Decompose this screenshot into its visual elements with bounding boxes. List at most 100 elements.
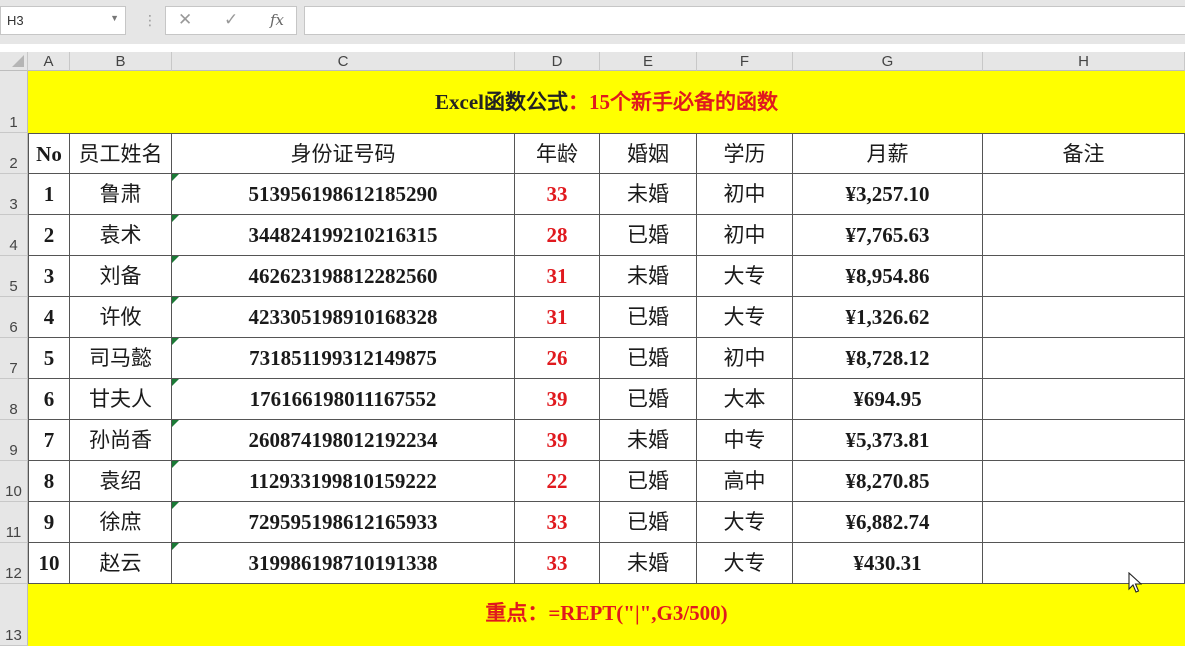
cell-name[interactable]: 鲁肃 <box>70 174 172 215</box>
cell-marital[interactable]: 已婚 <box>600 215 697 256</box>
cell-marital[interactable]: 已婚 <box>600 297 697 338</box>
row-header-5[interactable]: 5 <box>0 256 28 297</box>
cell-edu[interactable]: 大专 <box>697 256 793 297</box>
header-cell-name[interactable]: 员工姓名 <box>70 133 172 174</box>
cell-no[interactable]: 5 <box>28 338 70 379</box>
cell-age[interactable]: 39 <box>515 379 600 420</box>
cell-name[interactable]: 孙尚香 <box>70 420 172 461</box>
cell-id[interactable]: 112933199810159222 <box>172 461 515 502</box>
cell-edu[interactable]: 初中 <box>697 338 793 379</box>
row-header-11[interactable]: 11 <box>0 502 28 543</box>
cell-salary[interactable]: ¥8,728.12 <box>793 338 983 379</box>
cell-id[interactable]: 319986198710191338 <box>172 543 515 584</box>
cell-no[interactable]: 1 <box>28 174 70 215</box>
cell-edu[interactable]: 初中 <box>697 174 793 215</box>
cancel-icon[interactable]: ✕ <box>178 10 192 30</box>
cell-id[interactable]: 513956198612185290 <box>172 174 515 215</box>
cell-name[interactable]: 赵云 <box>70 543 172 584</box>
cell-age[interactable]: 33 <box>515 543 600 584</box>
cell-name[interactable]: 刘备 <box>70 256 172 297</box>
header-cell-note[interactable]: 备注 <box>983 133 1185 174</box>
header-cell-age[interactable]: 年龄 <box>515 133 600 174</box>
cell-id[interactable]: 729595198612165933 <box>172 502 515 543</box>
insert-function-icon[interactable]: fx <box>270 11 284 29</box>
cell-edu[interactable]: 大本 <box>697 379 793 420</box>
cell-age[interactable]: 31 <box>515 256 600 297</box>
row-header-6[interactable]: 6 <box>0 297 28 338</box>
cell-note[interactable] <box>983 297 1185 338</box>
cell-edu[interactable]: 初中 <box>697 215 793 256</box>
row-header-4[interactable]: 4 <box>0 215 28 256</box>
cell-id[interactable]: 176166198011167552 <box>172 379 515 420</box>
cell-salary[interactable]: ¥1,326.62 <box>793 297 983 338</box>
formula-input[interactable] <box>304 6 1185 35</box>
chevron-down-icon[interactable]: ▼ <box>110 13 119 23</box>
cell-name[interactable]: 徐庶 <box>70 502 172 543</box>
cell-no[interactable]: 8 <box>28 461 70 502</box>
column-header-b[interactable]: B <box>70 52 172 71</box>
cell-no[interactable]: 9 <box>28 502 70 543</box>
column-header-g[interactable]: G <box>793 52 983 71</box>
title-cell[interactable]: Excel函数公式：15个新手必备的函数 <box>28 71 1185 133</box>
cell-note[interactable] <box>983 379 1185 420</box>
row-header-8[interactable]: 8 <box>0 379 28 420</box>
row-header-1[interactable]: 1 <box>0 71 28 133</box>
cell-note[interactable] <box>983 256 1185 297</box>
cell-edu[interactable]: 大专 <box>697 502 793 543</box>
cell-marital[interactable]: 已婚 <box>600 338 697 379</box>
cell-name[interactable]: 袁术 <box>70 215 172 256</box>
row-header-9[interactable]: 9 <box>0 420 28 461</box>
cell-note[interactable] <box>983 543 1185 584</box>
row-header-3[interactable]: 3 <box>0 174 28 215</box>
column-header-d[interactable]: D <box>515 52 600 71</box>
cell-note[interactable] <box>983 215 1185 256</box>
cell-age[interactable]: 28 <box>515 215 600 256</box>
cell-name[interactable]: 袁绍 <box>70 461 172 502</box>
header-cell-marital[interactable]: 婚姻 <box>600 133 697 174</box>
cell-salary[interactable]: ¥430.31 <box>793 543 983 584</box>
row-header-10[interactable]: 10 <box>0 461 28 502</box>
cell-marital[interactable]: 未婚 <box>600 543 697 584</box>
cell-no[interactable]: 3 <box>28 256 70 297</box>
cell-age[interactable]: 33 <box>515 174 600 215</box>
cell-edu[interactable]: 高中 <box>697 461 793 502</box>
cell-salary[interactable]: ¥694.95 <box>793 379 983 420</box>
select-all-button[interactable] <box>0 52 28 71</box>
cell-marital[interactable]: 未婚 <box>600 174 697 215</box>
cell-no[interactable]: 4 <box>28 297 70 338</box>
column-header-a[interactable]: A <box>28 52 70 71</box>
column-header-f[interactable]: F <box>697 52 793 71</box>
more-options-icon[interactable]: ⋮ <box>143 12 157 29</box>
cell-marital[interactable]: 未婚 <box>600 256 697 297</box>
header-cell-salary[interactable]: 月薪 <box>793 133 983 174</box>
cell-no[interactable]: 2 <box>28 215 70 256</box>
cell-salary[interactable]: ¥8,270.85 <box>793 461 983 502</box>
cell-name[interactable]: 甘夫人 <box>70 379 172 420</box>
header-cell-no[interactable]: No <box>28 133 70 174</box>
cell-salary[interactable]: ¥5,373.81 <box>793 420 983 461</box>
note-cell[interactable]: 重点：=REPT("|",G3/500) <box>28 584 1185 646</box>
column-header-c[interactable]: C <box>172 52 515 71</box>
cell-edu[interactable]: 中专 <box>697 420 793 461</box>
cell-note[interactable] <box>983 461 1185 502</box>
cell-marital[interactable]: 已婚 <box>600 502 697 543</box>
column-header-h[interactable]: H <box>983 52 1185 71</box>
cell-marital[interactable]: 未婚 <box>600 420 697 461</box>
cell-marital[interactable]: 已婚 <box>600 461 697 502</box>
cell-id[interactable]: 344824199210216315 <box>172 215 515 256</box>
cell-name[interactable]: 司马懿 <box>70 338 172 379</box>
cell-id[interactable]: 260874198012192234 <box>172 420 515 461</box>
row-header-12[interactable]: 12 <box>0 543 28 584</box>
cell-id[interactable]: 423305198910168328 <box>172 297 515 338</box>
header-cell-edu[interactable]: 学历 <box>697 133 793 174</box>
cell-edu[interactable]: 大专 <box>697 543 793 584</box>
cell-id[interactable]: 731851199312149875 <box>172 338 515 379</box>
cell-no[interactable]: 10 <box>28 543 70 584</box>
cell-no[interactable]: 6 <box>28 379 70 420</box>
row-header-2[interactable]: 2 <box>0 133 28 174</box>
cell-salary[interactable]: ¥8,954.86 <box>793 256 983 297</box>
cell-marital[interactable]: 已婚 <box>600 379 697 420</box>
cell-edu[interactable]: 大专 <box>697 297 793 338</box>
column-header-e[interactable]: E <box>600 52 697 71</box>
row-header-13[interactable]: 13 <box>0 584 28 646</box>
